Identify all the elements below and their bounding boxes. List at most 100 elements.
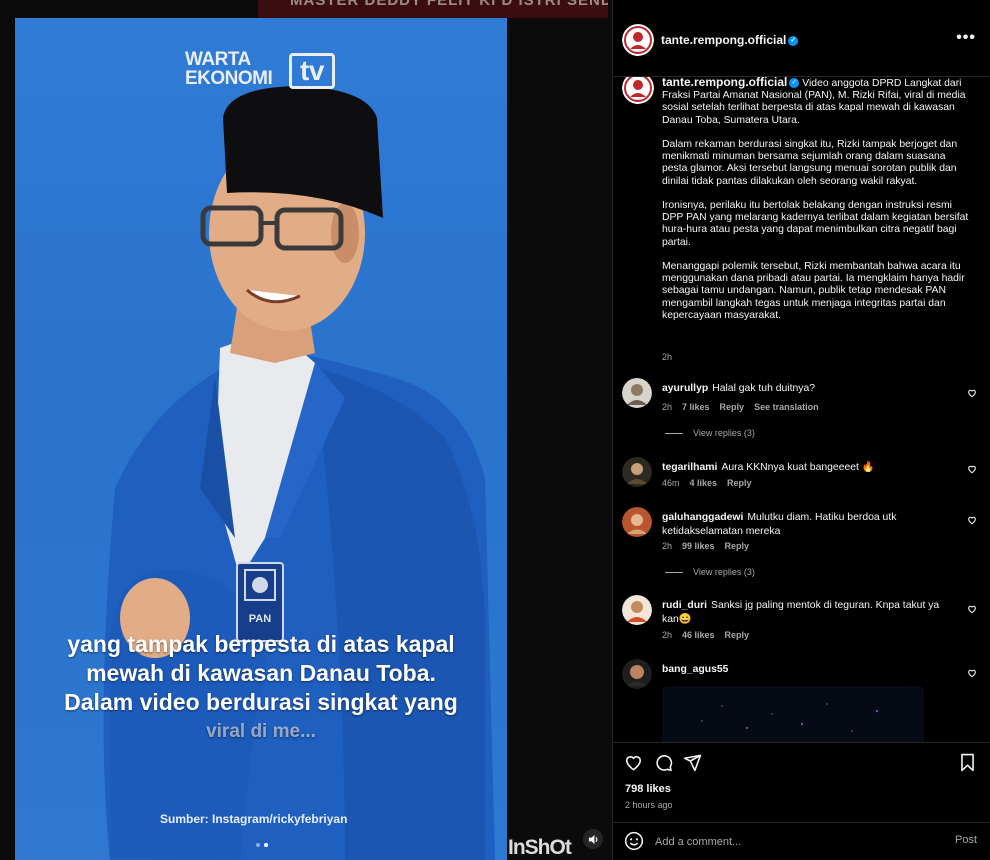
dark-photo-thumbnail — [662, 686, 924, 742]
comment-like-icon[interactable] — [967, 388, 977, 398]
avatar[interactable] — [622, 659, 652, 689]
carousel-dot — [256, 843, 260, 847]
caption-paragraph: Ironisnya, perilaku itu bertolak belakan… — [662, 200, 969, 248]
emoji-icon[interactable] — [624, 831, 644, 851]
verified-icon: ✓ — [788, 35, 799, 46]
post-media[interactable]: MASTER DEDDY FELIY KI D ISTRI SENDIRI TP… — [0, 0, 612, 860]
see-translation-button[interactable]: See translation — [754, 402, 819, 412]
caption-username[interactable]: tante.rempong.official — [662, 77, 787, 89]
view-replies-label[interactable]: View replies (3) — [693, 567, 755, 577]
post-header: tante.rempong.official ✓ ••• — [613, 0, 990, 77]
comment-username[interactable]: bang_agus55 — [662, 664, 728, 675]
user-avatar-icon — [622, 378, 652, 408]
caption-paragraph: Dalam rekaman berdurasi singkat itu, Riz… — [662, 139, 958, 187]
avatar[interactable] — [622, 378, 652, 408]
profile-logo-icon — [622, 24, 654, 56]
post-timestamp[interactable]: 2h — [662, 352, 672, 362]
comment-likes[interactable]: 4 likes — [690, 478, 718, 488]
reply-button[interactable]: Reply — [725, 541, 750, 551]
avatar[interactable] — [622, 24, 654, 56]
inshot-watermark: InShOt — [508, 836, 572, 859]
comment-body: Halal gak tuh duitnya? — [712, 383, 816, 394]
audio-toggle-button[interactable] — [583, 829, 603, 849]
header-username[interactable]: tante.rempong.official ✓ — [661, 33, 799, 47]
video-source-credit: Sumber: Instagram/rickyfebriyan — [160, 812, 348, 826]
carousel-dots — [256, 843, 268, 847]
comment-like-icon[interactable] — [967, 515, 977, 525]
comment-text: ayurullyp Halal gak tuh duitnya? — [662, 382, 952, 396]
speaker-icon — [588, 834, 597, 844]
logo-line2: EKONOMI — [185, 68, 273, 89]
user-avatar-icon — [622, 659, 652, 689]
comment-like-icon[interactable] — [967, 668, 977, 678]
comment-text: rudi_duri Sanksi jg paling mentok di tegu… — [662, 599, 952, 627]
add-comment-bar: Post — [613, 822, 990, 860]
background-video-text: MASTER DEDDY FELIY KI D ISTRI SENDIRI TP… — [290, 0, 608, 9]
comment-body: Aura KKNnya kuat bangeeeet 🔥 — [721, 462, 875, 473]
comment-meta: 46m 4 likes Reply — [662, 478, 762, 488]
comment-like-icon[interactable] — [967, 464, 977, 474]
post-age[interactable]: 2 hours ago — [625, 800, 673, 810]
caption-line: mewah di kawasan Danau Toba. — [86, 660, 436, 686]
view-replies-label[interactable]: View replies (3) — [693, 428, 755, 438]
username-text[interactable]: tante.rempong.official — [661, 33, 786, 47]
reply-button[interactable]: Reply — [720, 402, 745, 412]
heart-icon[interactable] — [624, 753, 643, 772]
share-icon[interactable] — [683, 753, 702, 772]
user-avatar-icon — [622, 595, 652, 625]
pan-badge-text: PAN — [249, 613, 271, 625]
caption-line: viral di me... — [206, 721, 316, 742]
video-player[interactable]: PAN WARTA EKONOMI tv yang tampak berpest… — [15, 18, 507, 860]
reply-button[interactable]: Reply — [725, 630, 750, 640]
comment-meta: 2h 99 likes Reply — [662, 541, 759, 551]
user-avatar-icon — [622, 507, 652, 537]
more-options-button[interactable]: ••• — [956, 30, 976, 46]
post-detail-panel: tante.rempong.official ✓ ••• tante.rempon… — [612, 0, 990, 860]
avatar[interactable] — [622, 595, 652, 625]
comment-input[interactable] — [655, 832, 935, 852]
comment-text: bang_agus55 — [662, 663, 952, 677]
post-caption: tante.rempong.official ✓ Video anggota DP… — [662, 77, 972, 334]
comment-time[interactable]: 2h — [662, 402, 672, 412]
avatar[interactable] — [622, 77, 654, 104]
post-actions: 798 likes 2 hours ago — [613, 742, 990, 822]
comment-meta: 2h 7 likes Reply See translation — [662, 402, 829, 412]
comment-likes[interactable]: 99 likes — [682, 541, 715, 551]
view-replies-button[interactable]: View replies (3) — [665, 567, 755, 577]
likes-count[interactable]: 798 likes — [625, 783, 671, 795]
caption-line: Dalam video berdurasi singkat yang — [64, 689, 458, 715]
replies-line — [665, 433, 683, 435]
comment-username[interactable]: ayurullyp — [662, 383, 708, 394]
comment-time[interactable]: 2h — [662, 630, 672, 640]
comments-thread[interactable]: tante.rempong.official ✓ Video anggota DP… — [613, 77, 990, 742]
avatar[interactable] — [622, 507, 652, 537]
carousel-dot-active — [264, 843, 268, 847]
post-comment-button[interactable]: Post — [955, 834, 977, 846]
caption-paragraph: Menanggapi polemik tersebut, Rizki memba… — [662, 261, 965, 321]
user-avatar-icon — [622, 457, 652, 487]
reply-button[interactable]: Reply — [727, 478, 752, 488]
comment-time[interactable]: 2h — [662, 541, 672, 551]
logo-tv: tv — [289, 53, 335, 89]
comment-time[interactable]: 46m — [662, 478, 680, 488]
comment-text: galuhanggadewi Mulutku diam. Hatiku berdo… — [662, 511, 952, 539]
profile-logo-icon — [622, 77, 654, 104]
background-video-strip: MASTER DEDDY FELIY KI D ISTRI SENDIRI TP… — [258, 0, 608, 18]
caption-line: yang tampak berpesta di atas kapal — [67, 631, 455, 657]
verified-icon: ✓ — [789, 78, 800, 89]
comment-likes[interactable]: 7 likes — [682, 402, 710, 412]
replies-line — [665, 572, 683, 574]
avatar[interactable] — [622, 457, 652, 487]
comment-attached-image[interactable] — [662, 686, 924, 742]
comment-username[interactable]: tegarilhami — [662, 462, 717, 473]
view-replies-button[interactable]: View replies (3) — [665, 428, 755, 438]
warta-ekonomi-logo: WARTA EKONOMI tv — [185, 49, 335, 89]
comment-username[interactable]: galuhanggadewi — [662, 512, 743, 523]
comment-icon[interactable] — [654, 753, 673, 772]
comment-like-icon[interactable] — [967, 604, 977, 614]
comment-username[interactable]: rudi_duri — [662, 600, 707, 611]
logo-line1: WARTA — [185, 49, 251, 70]
video-caption: yang tampak berpesta di atas kapal mewah… — [15, 630, 507, 746]
comment-likes[interactable]: 46 likes — [682, 630, 715, 640]
bookmark-icon[interactable] — [959, 753, 976, 772]
